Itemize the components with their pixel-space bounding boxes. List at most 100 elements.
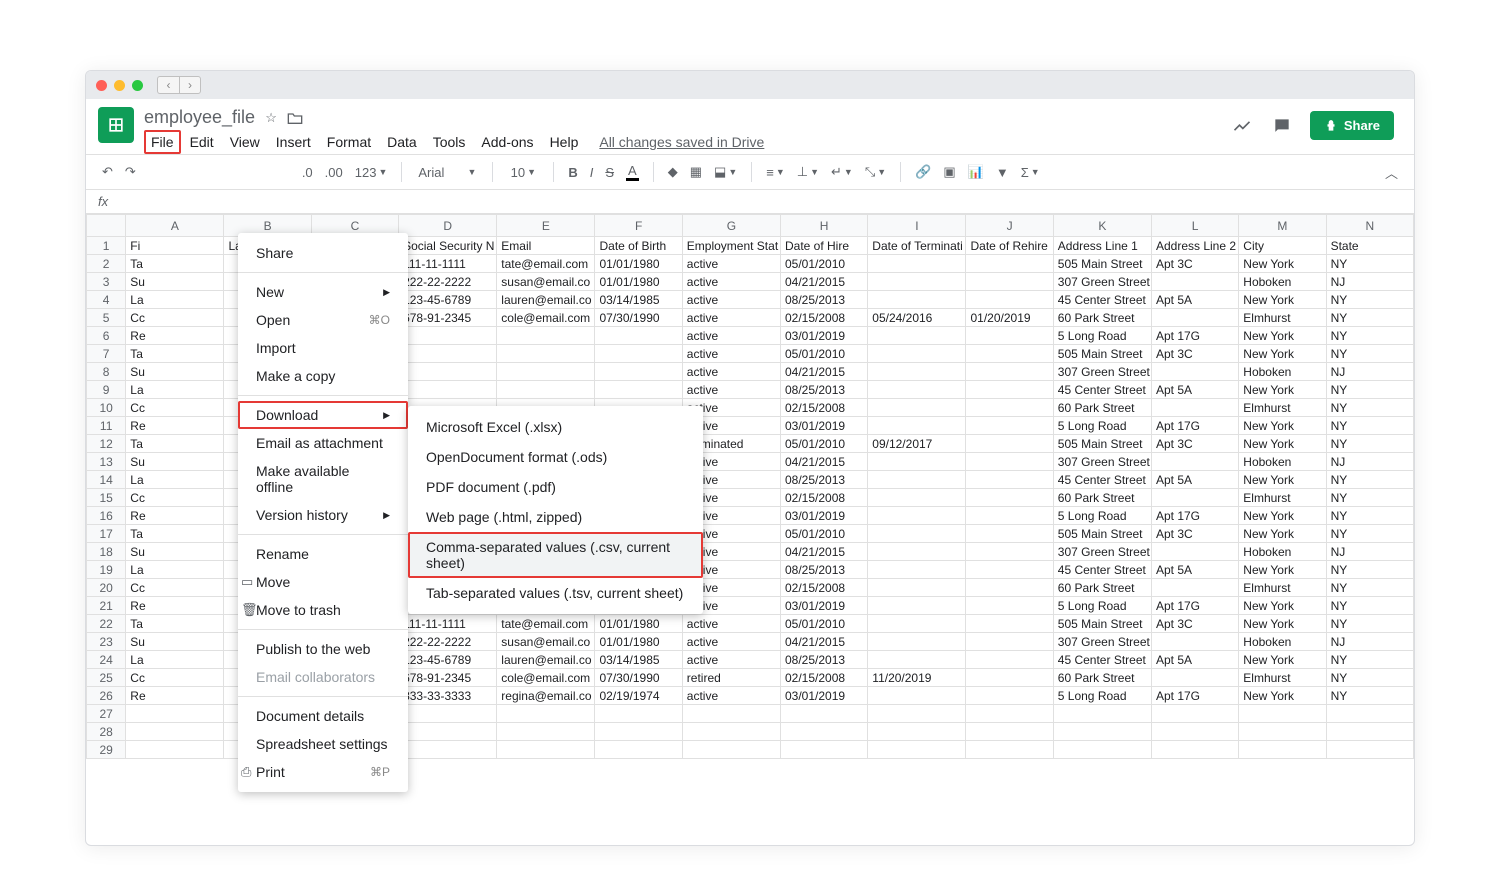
window-minimize-icon[interactable] — [114, 80, 125, 91]
row-number[interactable]: 23 — [87, 633, 126, 651]
row-number[interactable]: 25 — [87, 669, 126, 687]
cell[interactable]: 123-45-6789 — [399, 291, 497, 309]
explore-icon[interactable] — [1230, 114, 1254, 138]
cell[interactable]: active — [682, 327, 780, 345]
cell[interactable]: Elmhurst — [1239, 399, 1326, 417]
cell[interactable]: 05/01/2010 — [780, 525, 867, 543]
row-number[interactable]: 27 — [87, 705, 126, 723]
cell[interactable]: 60 Park Street — [1053, 309, 1151, 327]
cell[interactable]: Ta — [126, 435, 224, 453]
cell[interactable] — [1326, 741, 1413, 759]
column-header[interactable]: G — [682, 215, 780, 237]
cell[interactable]: New York — [1239, 525, 1326, 543]
cell[interactable]: 60 Park Street — [1053, 489, 1151, 507]
font-selector[interactable]: Arial▼ — [412, 165, 482, 180]
cell[interactable]: 5 Long Road — [1053, 597, 1151, 615]
cell[interactable]: NY — [1326, 381, 1413, 399]
cell[interactable] — [497, 741, 595, 759]
row-number[interactable]: 26 — [87, 687, 126, 705]
cell[interactable]: 05/01/2010 — [780, 345, 867, 363]
cell[interactable] — [966, 399, 1053, 417]
cell[interactable]: 02/15/2008 — [780, 579, 867, 597]
cell[interactable] — [868, 255, 966, 273]
cell[interactable] — [1239, 723, 1326, 741]
column-header[interactable]: N — [1326, 215, 1413, 237]
cell[interactable]: 08/25/2013 — [780, 291, 867, 309]
file-menu-print[interactable]: ⎙Print⌘P — [238, 758, 408, 786]
cell[interactable]: cole@email.com — [497, 309, 595, 327]
cell[interactable]: 02/15/2008 — [780, 399, 867, 417]
cell[interactable]: 02/15/2008 — [780, 489, 867, 507]
cell[interactable]: 03/01/2019 — [780, 417, 867, 435]
row-number[interactable]: 6 — [87, 327, 126, 345]
cell[interactable] — [966, 705, 1053, 723]
cell[interactable] — [1151, 543, 1238, 561]
column-header[interactable]: D — [399, 215, 497, 237]
cell[interactable]: active — [682, 633, 780, 651]
cell[interactable] — [868, 453, 966, 471]
cell[interactable]: 505 Main Street — [1053, 525, 1151, 543]
cell[interactable] — [868, 489, 966, 507]
cell[interactable]: NY — [1326, 597, 1413, 615]
row-number[interactable]: 2 — [87, 255, 126, 273]
cell[interactable] — [682, 741, 780, 759]
cell[interactable] — [497, 363, 595, 381]
cell[interactable]: New York — [1239, 471, 1326, 489]
cell[interactable] — [868, 525, 966, 543]
file-menu-rename[interactable]: Rename — [238, 540, 408, 568]
cell[interactable]: New York — [1239, 615, 1326, 633]
cell[interactable] — [966, 597, 1053, 615]
cell[interactable]: retired — [682, 669, 780, 687]
cell[interactable]: 03/01/2019 — [780, 687, 867, 705]
cell[interactable] — [868, 705, 966, 723]
cell[interactable]: 08/25/2013 — [780, 651, 867, 669]
cell[interactable]: NJ — [1326, 543, 1413, 561]
cell[interactable]: Apt 5A — [1151, 561, 1238, 579]
cell[interactable]: lauren@email.co — [497, 291, 595, 309]
cell[interactable]: NY — [1326, 651, 1413, 669]
increase-decimal-button[interactable]: .00 — [321, 165, 347, 180]
fill-color-icon[interactable]: ◆ — [664, 164, 682, 180]
cell[interactable] — [868, 615, 966, 633]
share-button[interactable]: Share — [1310, 111, 1394, 140]
file-menu-new[interactable]: New▶ — [238, 278, 408, 306]
cell[interactable]: La — [126, 651, 224, 669]
cell[interactable]: 45 Center Street — [1053, 471, 1151, 489]
cell[interactable]: La — [126, 291, 224, 309]
italic-icon[interactable]: I — [586, 165, 598, 180]
cell[interactable] — [1151, 579, 1238, 597]
cell[interactable]: New York — [1239, 435, 1326, 453]
cell[interactable]: NJ — [1326, 453, 1413, 471]
cell[interactable]: susan@email.co — [497, 633, 595, 651]
cell[interactable] — [966, 525, 1053, 543]
cell[interactable] — [966, 291, 1053, 309]
cell[interactable] — [1151, 705, 1238, 723]
cell[interactable] — [966, 633, 1053, 651]
cell[interactable]: Cc — [126, 309, 224, 327]
cell[interactable]: 111-11-1111 — [399, 615, 497, 633]
row-number[interactable]: 14 — [87, 471, 126, 489]
cell[interactable] — [868, 273, 966, 291]
header-cell[interactable]: Employment Stat — [682, 237, 780, 255]
cell[interactable]: New York — [1239, 507, 1326, 525]
cell[interactable]: 11/20/2019 — [868, 669, 966, 687]
cell[interactable]: 03/01/2019 — [780, 597, 867, 615]
cell[interactable]: 01/01/1980 — [595, 255, 682, 273]
file-menu-open[interactable]: Open⌘O — [238, 306, 408, 334]
column-header[interactable]: H — [780, 215, 867, 237]
cell[interactable]: New York — [1239, 291, 1326, 309]
cell[interactable] — [966, 579, 1053, 597]
cell[interactable] — [966, 615, 1053, 633]
header-cell[interactable]: City — [1239, 237, 1326, 255]
decrease-decimal-button[interactable]: .0 — [298, 165, 317, 180]
cell[interactable]: 60 Park Street — [1053, 669, 1151, 687]
cell[interactable]: Apt 17G — [1151, 507, 1238, 525]
cell[interactable]: Apt 5A — [1151, 381, 1238, 399]
cell[interactable]: Su — [126, 363, 224, 381]
cell[interactable] — [126, 705, 224, 723]
cell[interactable]: NY — [1326, 471, 1413, 489]
cell[interactable]: 05/01/2010 — [780, 435, 867, 453]
cell[interactable] — [595, 363, 682, 381]
cell[interactable]: 678-91-2345 — [399, 309, 497, 327]
cell[interactable] — [966, 453, 1053, 471]
